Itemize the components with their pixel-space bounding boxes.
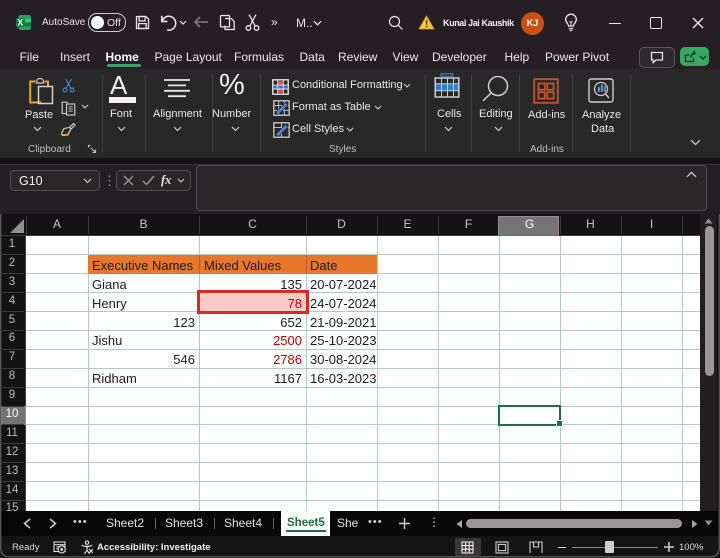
svg-text:X: X bbox=[17, 17, 23, 27]
